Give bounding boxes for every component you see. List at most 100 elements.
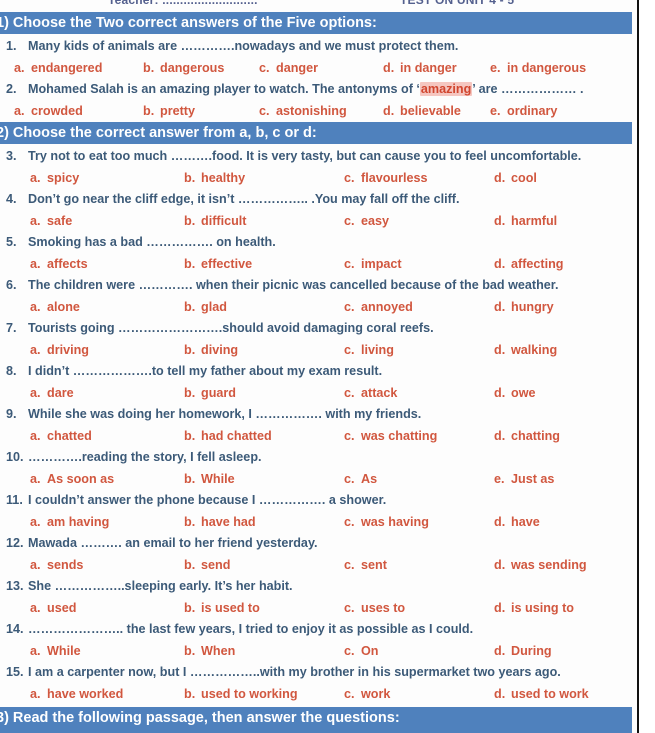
option-choice[interactable]: a. have worked: [30, 683, 123, 705]
option-choice[interactable]: b. glad: [184, 296, 227, 318]
option-text: flavourless: [361, 171, 428, 185]
section-banner-1: 1) Choose the Two correct answers of the…: [0, 12, 632, 34]
option-text: believable: [400, 104, 461, 118]
option-text: While: [201, 472, 235, 486]
option-choice[interactable]: d. hungry: [494, 296, 554, 318]
option-text: is using to: [511, 601, 574, 615]
option-text: spicy: [47, 171, 80, 185]
question-text: 1. Many kids of animals are ………….nowadays…: [0, 36, 632, 57]
question-sentence: Tourists going …………………….should avoid dam…: [28, 321, 434, 335]
section-banner-2: 2) Choose the correct answer from a, b, …: [0, 122, 632, 144]
option-choice[interactable]: b. guard: [184, 382, 236, 404]
option-choice[interactable]: d. believable: [383, 100, 461, 122]
question-number: 12.: [6, 536, 24, 550]
option-choice[interactable]: a. While: [30, 640, 81, 662]
option-choice[interactable]: b. have had: [184, 511, 256, 533]
option-choice[interactable]: c. danger: [259, 57, 318, 79]
option-choice[interactable]: b. effective: [184, 253, 252, 275]
option-text: driving: [47, 343, 89, 357]
option-choice[interactable]: c. living: [344, 339, 394, 361]
option-choice[interactable]: b. difficult: [184, 210, 246, 232]
option-choice[interactable]: b. send: [184, 554, 230, 576]
option-choice[interactable]: c. As: [344, 468, 377, 490]
option-choice[interactable]: c. work: [344, 683, 390, 705]
option-text: send: [201, 558, 231, 572]
options-row: a. chatted b. had chatted c. was chatting d. ch…: [0, 425, 632, 447]
option-choice[interactable]: c. sent: [344, 554, 387, 576]
option-choice[interactable]: c. was chatting: [344, 425, 437, 447]
option-choice[interactable]: d. During: [494, 640, 552, 662]
option-choice[interactable]: e. in dangerous: [490, 57, 586, 79]
option-choice[interactable]: d. have: [494, 511, 540, 533]
option-choice[interactable]: c. attack: [344, 382, 397, 404]
option-choice[interactable]: c. On: [344, 640, 379, 662]
option-choice[interactable]: a. As soon as: [30, 468, 114, 490]
option-choice[interactable]: a. dare: [30, 382, 74, 404]
option-choice[interactable]: b. used to working: [184, 683, 298, 705]
option-label: a.: [14, 61, 25, 75]
option-choice[interactable]: a. alone: [30, 296, 80, 318]
option-choice[interactable]: c. was having: [344, 511, 429, 533]
option-choice[interactable]: d. harmful: [494, 210, 557, 232]
option-choice[interactable]: d. was sending: [494, 554, 587, 576]
option-choice[interactable]: b. While: [184, 468, 235, 490]
option-label: a.: [30, 214, 41, 228]
option-choice[interactable]: a. endangered: [14, 57, 102, 79]
option-choice[interactable]: c. easy: [344, 210, 389, 232]
option-label: a.: [30, 558, 41, 572]
option-label: e.: [490, 61, 501, 75]
option-choice[interactable]: b. dangerous: [143, 57, 224, 79]
option-text: have worked: [47, 687, 124, 701]
option-choice[interactable]: c. impact: [344, 253, 402, 275]
option-choice[interactable]: b. diving: [184, 339, 238, 361]
question-sentence: She ……………..sleeping early. It’s her habi…: [28, 579, 293, 593]
option-text: As: [361, 472, 378, 486]
options-row: a. alone b. glad c. annoyed d. hungry: [0, 296, 632, 318]
option-text: dangerous: [160, 61, 225, 75]
option-choice[interactable]: d. chatting: [494, 425, 560, 447]
question-sentence: I couldn’t answer the phone because I ………: [28, 493, 387, 507]
option-choice[interactable]: a. safe: [30, 210, 72, 232]
option-choice[interactable]: d. owe: [494, 382, 536, 404]
option-choice[interactable]: b. pretty: [143, 100, 195, 122]
option-choice[interactable]: d. is using to: [494, 597, 574, 619]
option-label: c.: [344, 601, 355, 615]
option-text: pretty: [160, 104, 195, 118]
option-choice[interactable]: d. walking: [494, 339, 557, 361]
option-choice[interactable]: c. annoyed: [344, 296, 413, 318]
option-choice[interactable]: d. used to work: [494, 683, 589, 705]
option-label: c.: [344, 386, 355, 400]
question-number: 13.: [6, 579, 24, 593]
option-choice[interactable]: d. cool: [494, 167, 537, 189]
option-choice[interactable]: c. uses to: [344, 597, 405, 619]
option-choice[interactable]: d. in danger: [383, 57, 457, 79]
option-choice[interactable]: a. sends: [30, 554, 83, 576]
question-sentence: Don’t go near the cliff edge, it isn’t ……: [28, 192, 460, 206]
option-choice[interactable]: a. chatted: [30, 425, 92, 447]
option-label: a.: [30, 687, 41, 701]
option-choice[interactable]: a. used: [30, 597, 76, 619]
option-text: living: [361, 343, 394, 357]
option-text: danger: [276, 61, 318, 75]
option-choice[interactable]: a. crowded: [14, 100, 83, 122]
option-label: d.: [494, 300, 506, 314]
option-choice[interactable]: b. had chatted: [184, 425, 272, 447]
option-choice[interactable]: a. affects: [30, 253, 88, 275]
option-choice[interactable]: c. flavourless: [344, 167, 428, 189]
option-choice[interactable]: c. astonishing: [259, 100, 347, 122]
option-choice[interactable]: b. is used to: [184, 597, 260, 619]
question-number: 4.: [6, 192, 17, 206]
option-choice[interactable]: a. am having: [30, 511, 109, 533]
option-choice[interactable]: a. driving: [30, 339, 89, 361]
option-choice[interactable]: b. healthy: [184, 167, 245, 189]
option-text: guard: [201, 386, 236, 400]
option-choice[interactable]: b. When: [184, 640, 235, 662]
options-row: a. As soon as b. While c. As e. Just as: [0, 468, 632, 490]
highlighted-word: amazing: [419, 82, 473, 96]
option-choice[interactable]: a. spicy: [30, 167, 79, 189]
option-choice[interactable]: d. affecting: [494, 253, 563, 275]
option-text: was having: [361, 515, 429, 529]
option-choice[interactable]: e. ordinary: [490, 100, 557, 122]
option-choice[interactable]: e. Just as: [494, 468, 554, 490]
option-text: alone: [47, 300, 80, 314]
